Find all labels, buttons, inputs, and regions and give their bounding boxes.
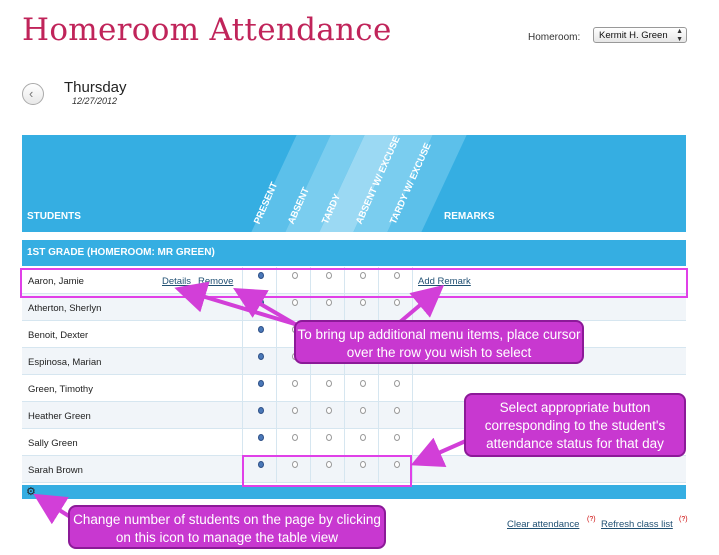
radio-tardy-excused[interactable] <box>394 380 400 387</box>
column-divider <box>344 375 345 401</box>
radio-absent[interactable] <box>292 407 298 414</box>
radio-absent-excused[interactable] <box>360 434 366 441</box>
chevron-left-icon: ‹ <box>29 86 34 101</box>
student-name: Sarah Brown <box>28 465 83 476</box>
radio-absent[interactable] <box>292 434 298 441</box>
date-label: 12/27/2012 <box>72 96 118 106</box>
student-name: Green, Timothy <box>28 384 93 395</box>
column-divider <box>276 429 277 455</box>
column-divider <box>276 375 277 401</box>
column-divider <box>242 348 243 374</box>
column-divider <box>344 429 345 455</box>
radio-tardy[interactable] <box>326 299 332 306</box>
column-divider <box>242 375 243 401</box>
radio-tardy-excused[interactable] <box>394 434 400 441</box>
column-divider <box>276 402 277 428</box>
homeroom-select[interactable]: Kermit H. Green ▲ ▼ <box>593 27 687 43</box>
column-divider <box>378 429 379 455</box>
back-button[interactable]: ‹ <box>22 83 44 105</box>
radio-highlight <box>242 455 412 487</box>
radio-tardy-excused[interactable] <box>394 407 400 414</box>
homeroom-select-value: Kermit H. Green <box>599 30 668 41</box>
page-title: Homeroom Attendance <box>22 12 392 48</box>
radio-absent[interactable] <box>292 380 298 387</box>
column-divider <box>412 456 413 482</box>
radio-absent-excused[interactable] <box>360 380 366 387</box>
column-divider <box>412 402 413 428</box>
help-icon[interactable]: (?) <box>587 516 596 523</box>
students-column-header: STUDENTS <box>27 211 81 222</box>
column-divider <box>344 402 345 428</box>
radio-absent-excused[interactable] <box>360 299 366 306</box>
table-footer <box>22 485 686 499</box>
student-name: Sally Green <box>28 438 78 449</box>
radio-tardy-excused[interactable] <box>394 299 400 306</box>
column-divider <box>412 375 413 401</box>
row-highlight <box>20 268 688 298</box>
select-arrows-icon: ▲ ▼ <box>676 28 683 43</box>
table-header: STUDENTS PRESENT ABSENT TARDY ABSENT W/ … <box>22 135 686 232</box>
student-name: Heather Green <box>28 411 91 422</box>
radio-present[interactable] <box>258 407 264 414</box>
callout-gear: Change number of students on the page by… <box>68 505 386 549</box>
callout-status: Select appropriate button corresponding … <box>464 393 686 457</box>
radio-absent-excused[interactable] <box>360 407 366 414</box>
column-divider <box>310 402 311 428</box>
column-divider <box>242 402 243 428</box>
radio-present[interactable] <box>258 380 264 387</box>
column-divider <box>310 375 311 401</box>
column-divider <box>242 429 243 455</box>
callout-row: To bring up additional menu items, place… <box>294 320 584 364</box>
student-name: Benoit, Dexter <box>28 330 89 341</box>
table-row[interactable]: Atherton, Sherlyn <box>22 294 686 321</box>
radio-present[interactable] <box>258 353 264 360</box>
help-icon[interactable]: (?) <box>679 516 688 523</box>
column-divider <box>276 321 277 347</box>
refresh-class-list-link[interactable]: Refresh class list <box>601 519 673 530</box>
radio-present[interactable] <box>258 434 264 441</box>
column-divider <box>378 402 379 428</box>
radio-tardy[interactable] <box>326 407 332 414</box>
radio-absent[interactable] <box>292 299 298 306</box>
student-name: Espinosa, Marian <box>28 357 102 368</box>
homeroom-label: Homeroom: <box>528 32 581 43</box>
column-divider <box>276 348 277 374</box>
radio-present[interactable] <box>258 326 264 333</box>
column-divider <box>310 429 311 455</box>
radio-present[interactable] <box>258 299 264 306</box>
gear-icon[interactable]: ⚙ <box>26 485 36 499</box>
column-divider <box>412 429 413 455</box>
radio-tardy[interactable] <box>326 380 332 387</box>
group-header: 1ST GRADE (HOMEROOM: MR GREEN) <box>22 240 686 266</box>
day-label: Thursday <box>64 79 127 96</box>
student-name: Atherton, Sherlyn <box>28 303 102 314</box>
clear-attendance-link[interactable]: Clear attendance <box>507 519 579 530</box>
remarks-column-header: REMARKS <box>444 211 495 222</box>
column-divider <box>242 321 243 347</box>
radio-tardy[interactable] <box>326 434 332 441</box>
column-divider <box>378 375 379 401</box>
